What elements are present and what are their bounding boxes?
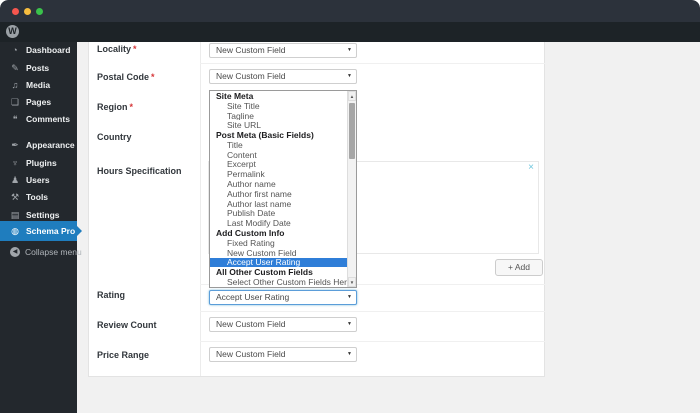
field-label-country: Country [97, 132, 132, 142]
dropdown-option[interactable]: New Custom Field [210, 248, 347, 258]
dropdown-option[interactable]: Post Meta (Basic Fields) [210, 130, 347, 140]
menu-item-label: Pages [26, 97, 52, 107]
row-separator [200, 341, 545, 342]
menu-item-icon: ♆ [11, 157, 19, 168]
remove-hours-row-icon[interactable]: × [528, 162, 534, 174]
menu-item-icon: ♫ [11, 79, 19, 90]
menu-item-label: Schema Pro [26, 226, 76, 236]
menu-item-label: Dashboard [26, 45, 71, 55]
dropdown-option[interactable]: Publish Date [210, 209, 347, 219]
dropdown-arrow-icon: ▼ [347, 47, 352, 53]
dropdown-arrow-icon: ▼ [347, 321, 352, 327]
dropdown-option[interactable]: All Other Custom Fields [210, 267, 347, 277]
rating-dropdown-list: Site Meta Site Title Tagline Site URL Post M… [209, 90, 357, 288]
required-asterisk: * [129, 102, 134, 112]
field-label-region: Region * [97, 102, 134, 112]
menu-item-label: Appearance [26, 140, 75, 150]
wordpress-logo-icon[interactable]: W [6, 25, 19, 38]
dropdown-option[interactable]: Site Title [210, 101, 347, 111]
menu-item-icon: ✒ [11, 139, 19, 150]
required-asterisk: * [151, 72, 155, 82]
menu-item-label: Settings [26, 210, 60, 220]
wp-admin-bar: W [0, 22, 700, 42]
menu-item-label: Users [26, 175, 50, 185]
scroll-up-arrow-icon[interactable]: ▲ [348, 91, 356, 101]
dropdown-option[interactable]: Author name [210, 179, 347, 189]
menu-item-icon: ◀ [10, 247, 20, 257]
menu-item-icon: ❏ [10, 96, 20, 107]
field-label-hours-specification: Hours Specification [97, 166, 182, 176]
sidebar-item[interactable]: ♟ Users [0, 172, 77, 188]
menu-item-icon: ⚒ [10, 191, 20, 202]
dropdown-option[interactable]: Last Modify Date [210, 218, 347, 228]
field-label-rating: Rating [97, 290, 125, 300]
field-label-price-range: Price Range [97, 350, 150, 360]
field-label-locality: Locality * [97, 44, 137, 54]
close-window-button[interactable] [12, 8, 19, 15]
menu-item-label: Comments [26, 114, 70, 124]
sidebar-item[interactable]: ❝ Comments [0, 111, 77, 127]
review-count-select[interactable]: New Custom Field ▼ [209, 317, 357, 332]
rating-select[interactable]: Accept User Rating ▼ [209, 290, 357, 305]
menu-item-label: Plugins [26, 158, 57, 168]
dropdown-option[interactable]: Add Custom Info [210, 228, 347, 238]
wp-admin-sidebar: ◔ Dashboard ✎ Posts ♫ Media ❏ Pages ❝ Co… [0, 42, 82, 413]
sidebar-item[interactable]: ◔ Dashboard [0, 42, 77, 58]
dropdown-arrow-icon: ▼ [347, 294, 352, 300]
row-separator [200, 63, 545, 64]
menu-item-label: Posts [26, 63, 50, 73]
postal-code-select[interactable]: New Custom Field ▼ [209, 69, 357, 84]
dropdown-option[interactable]: Site Meta [210, 91, 347, 101]
add-hours-row-button[interactable]: + Add [495, 259, 543, 276]
maximize-window-button[interactable] [36, 8, 43, 15]
schema-settings-panel: Locality * Postal Code * Region * Country H… [88, 42, 545, 377]
dropdown-option[interactable]: Site URL [210, 120, 347, 130]
menu-item-icon: ◔ [12, 44, 18, 55]
dropdown-option[interactable]: Content [210, 150, 347, 160]
dropdown-arrow-icon: ▼ [347, 351, 352, 357]
field-label-postal-code: Postal Code * [97, 72, 155, 82]
row-separator [200, 311, 545, 312]
window-titlebar [0, 0, 700, 22]
menu-item-icon: ❝ [12, 113, 18, 124]
menu-item-icon: ▤ [10, 209, 20, 220]
menu-item-icon: ◍ [11, 225, 19, 236]
dropdown-option[interactable]: Title [210, 140, 347, 150]
dropdown-option[interactable]: Author last name [210, 199, 347, 209]
sidebar-item[interactable]: ◍ Schema Pro [0, 221, 82, 241]
menu-item-label: Tools [26, 192, 49, 202]
dropdown-arrow-icon: ▼ [347, 73, 352, 79]
sidebar-item[interactable]: ❏ Pages [0, 94, 77, 110]
sidebar-item[interactable]: ♫ Media [0, 77, 77, 93]
dropdown-option[interactable]: Accept User Rating [210, 257, 347, 268]
sidebar-item[interactable]: ♆ Plugins [0, 155, 77, 171]
dropdown-option[interactable]: Excerpt [210, 160, 347, 170]
menu-item-label: Media [26, 80, 51, 90]
dropdown-option[interactable]: Fixed Rating [210, 238, 347, 248]
scroll-down-arrow-icon[interactable]: ▼ [348, 277, 356, 287]
price-range-select[interactable]: New Custom Field ▼ [209, 347, 357, 362]
menu-item-icon: ♟ [10, 174, 20, 185]
dropdown-option[interactable]: Select Other Custom Fields Here [210, 277, 347, 287]
required-asterisk: * [133, 44, 137, 54]
menu-item-icon: ✎ [11, 62, 19, 73]
dropdown-option[interactable]: Tagline [210, 111, 347, 121]
minimize-window-button[interactable] [24, 8, 31, 15]
sidebar-item[interactable]: ✒ Appearance [0, 137, 77, 153]
column-divider [200, 42, 201, 376]
dropdown-scrollbar[interactable]: ▲ ▼ [347, 91, 356, 287]
dropdown-option[interactable]: Permalink [210, 169, 347, 179]
locality-select[interactable]: New Custom Field ▼ [209, 43, 357, 58]
menu-item-label: Collapse menu [25, 247, 82, 257]
dropdown-option[interactable]: Author first name [210, 189, 347, 199]
sidebar-item[interactable]: ✎ Posts [0, 60, 77, 76]
scrollbar-thumb[interactable] [349, 103, 355, 159]
field-label-review-count: Review Count [97, 320, 157, 330]
sidebar-item[interactable]: ◀ Collapse menu [0, 244, 82, 260]
sidebar-item[interactable]: ⚒ Tools [0, 189, 77, 205]
app-window: W ◔ Dashboard ✎ Posts ♫ Media ❏ Pages ❝ … [0, 0, 700, 413]
